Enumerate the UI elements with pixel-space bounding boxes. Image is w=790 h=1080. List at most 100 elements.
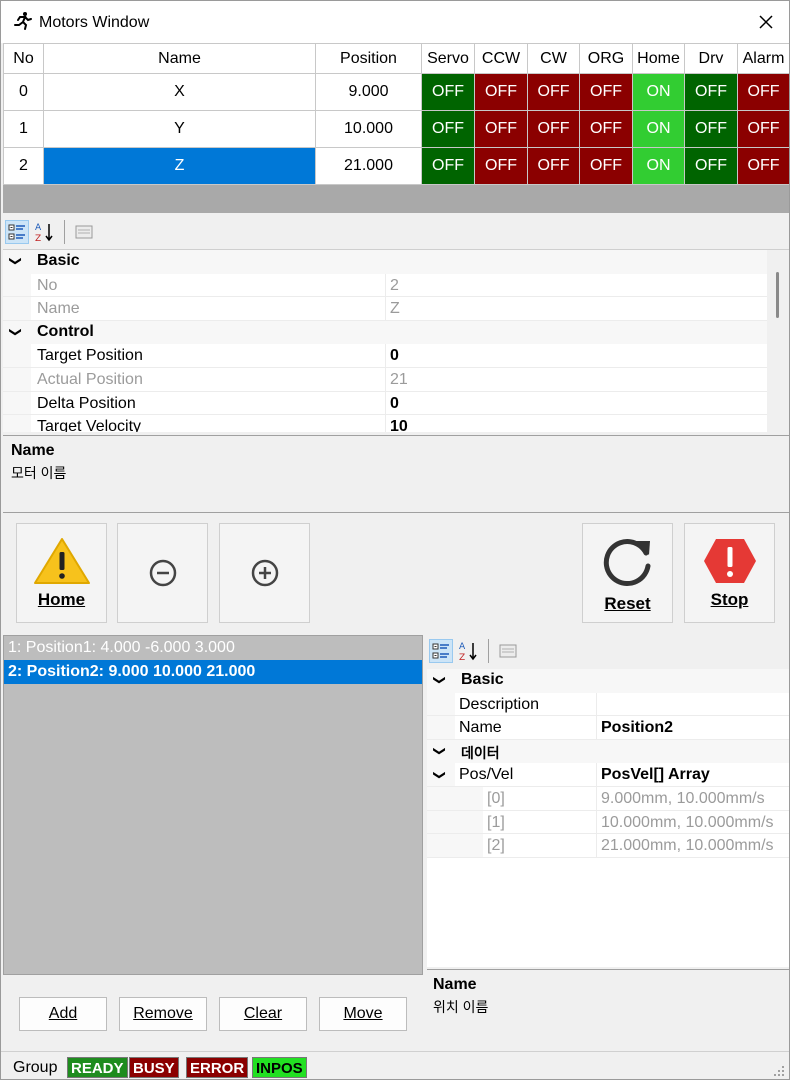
list-item-selected[interactable]: 2: Position2: 9.000 10.000 21.000 — [4, 660, 422, 684]
chevron-down-icon[interactable]: ❯ — [9, 327, 23, 337]
position-list[interactable]: 1: Position1: 4.000 -6.000 3.000 2: Posi… — [3, 635, 423, 975]
alphabetical-button[interactable]: A Z — [457, 639, 481, 663]
cell-servo[interactable]: OFF — [421, 110, 475, 148]
prop-name: [0] — [487, 789, 505, 807]
toolbar-separator — [64, 220, 65, 244]
cell-drv[interactable]: OFF — [684, 73, 738, 111]
chevron-down-icon[interactable]: ❯ — [9, 256, 23, 266]
running-man-icon — [14, 12, 32, 30]
cell-no[interactable]: 0 — [3, 73, 44, 111]
cell-cw[interactable]: OFF — [527, 110, 580, 148]
cell-position[interactable]: 10.000 — [315, 110, 422, 148]
chevron-down-icon[interactable]: ❯ — [433, 746, 447, 756]
cell-alarm[interactable]: OFF — [737, 110, 789, 148]
position-property-grid[interactable]: ❯ Basic Description Name Position2 ❯ 데이터… — [427, 669, 789, 967]
cell-cw[interactable]: OFF — [527, 73, 580, 111]
categorized-button[interactable] — [5, 220, 29, 244]
category-data[interactable]: ❯ 데이터 — [427, 739, 789, 764]
alphabetical-button[interactable]: A Z — [33, 220, 57, 244]
cell-servo[interactable]: OFF — [421, 147, 475, 185]
category-basic[interactable]: ❯ Basic — [427, 669, 789, 693]
cell-org[interactable]: OFF — [579, 73, 633, 111]
cell-ccw[interactable]: OFF — [474, 110, 528, 148]
cell-org[interactable]: OFF — [579, 147, 633, 185]
prop-row-no[interactable]: No 2 — [3, 273, 789, 298]
motor-property-grid[interactable]: ❯ Basic No 2 Name Z ❯ Control Target Pos… — [3, 249, 789, 432]
cell-drv[interactable]: OFF — [684, 110, 738, 148]
cell-no[interactable]: 2 — [3, 147, 44, 185]
property-pages-button[interactable] — [496, 639, 520, 663]
scrollbar-thumb[interactable] — [776, 272, 779, 318]
chevron-down-icon[interactable]: ❯ — [433, 675, 447, 685]
prop-row-target-position[interactable]: Target Position 0 — [3, 344, 789, 368]
cell-ccw[interactable]: OFF — [474, 147, 528, 185]
prop-value[interactable]: PosVel[] Array — [601, 766, 710, 784]
cell-position[interactable]: 9.000 — [315, 73, 422, 111]
cell-name[interactable]: Y — [43, 110, 316, 148]
clear-button[interactable]: Clear — [219, 997, 307, 1031]
cell-alarm[interactable]: OFF — [737, 147, 789, 185]
col-header-alarm[interactable]: Alarm — [737, 43, 789, 74]
prop-row-array-item[interactable]: [0] 9.000mm, 10.000mm/s — [427, 786, 789, 811]
cell-drv[interactable]: OFF — [684, 147, 738, 185]
col-header-position[interactable]: Position — [315, 43, 422, 74]
title-bar[interactable]: Motors Window — [1, 1, 789, 43]
cell-home[interactable]: ON — [632, 73, 685, 111]
home-button[interactable]: Home — [16, 523, 107, 623]
close-button[interactable] — [743, 1, 789, 43]
remove-button[interactable]: Remove — [119, 997, 207, 1031]
col-header-ccw[interactable]: CCW — [474, 43, 528, 74]
cell-position[interactable]: 21.000 — [315, 147, 422, 185]
cell-cw[interactable]: OFF — [527, 147, 580, 185]
status-badge-ready: READY — [67, 1057, 128, 1078]
motor-row-z[interactable]: 2 Z 21.000 OFF OFF OFF OFF ON OFF OFF — [3, 147, 789, 185]
reset-button[interactable]: Reset — [582, 523, 673, 623]
resize-grip-icon[interactable] — [773, 1065, 785, 1077]
col-header-drv[interactable]: Drv — [684, 43, 738, 74]
category-basic[interactable]: ❯ Basic — [3, 250, 789, 274]
add-button[interactable]: Add — [19, 997, 107, 1031]
category-control[interactable]: ❯ Control — [3, 320, 789, 345]
chevron-down-icon[interactable]: ❯ — [433, 770, 447, 780]
cell-name[interactable]: X — [43, 73, 316, 111]
col-header-org[interactable]: ORG — [579, 43, 633, 74]
col-header-servo[interactable]: Servo — [421, 43, 475, 74]
motor-grid[interactable]: No Name Position Servo CCW CW ORG Home D… — [3, 43, 789, 213]
jog-plus-button[interactable] — [219, 523, 310, 623]
cell-name-selected[interactable]: Z — [43, 147, 316, 185]
move-button[interactable]: Move — [319, 997, 407, 1031]
prop-value-input[interactable]: 10 — [390, 418, 408, 432]
list-item[interactable]: 1: Position1: 4.000 -6.000 3.000 — [4, 636, 422, 660]
property-pages-button[interactable] — [72, 220, 96, 244]
prop-value-input[interactable]: 0 — [390, 395, 399, 413]
col-header-home[interactable]: Home — [632, 43, 685, 74]
jog-minus-button[interactable] — [117, 523, 208, 623]
prop-row-actual-position[interactable]: Actual Position 21 — [3, 367, 789, 392]
prop-row-array-item[interactable]: [1] 10.000mm, 10.000mm/s — [427, 810, 789, 835]
prop-row-name[interactable]: Name Position2 — [427, 716, 789, 740]
motor-row-y[interactable]: 1 Y 10.000 OFF OFF OFF OFF ON OFF OFF — [3, 110, 789, 148]
prop-row-delta-position[interactable]: Delta Position 0 — [3, 391, 789, 416]
vertical-scrollbar[interactable] — [767, 250, 789, 432]
prop-row-target-velocity[interactable]: Target Velocity 10 — [3, 415, 789, 432]
cell-home[interactable]: ON — [632, 147, 685, 185]
prop-row-array-item[interactable]: [2] 21.000mm, 10.000mm/s — [427, 834, 789, 858]
cell-org[interactable]: OFF — [579, 110, 633, 148]
prop-value-input[interactable]: Position2 — [601, 719, 673, 737]
cell-no[interactable]: 1 — [3, 110, 44, 148]
cell-home[interactable]: ON — [632, 110, 685, 148]
prop-name: [1] — [487, 813, 505, 831]
cell-alarm[interactable]: OFF — [737, 73, 789, 111]
categorized-button[interactable] — [429, 639, 453, 663]
col-header-no[interactable]: No — [3, 43, 44, 74]
prop-row-description[interactable]: Description — [427, 692, 789, 717]
cell-ccw[interactable]: OFF — [474, 73, 528, 111]
prop-row-posvel[interactable]: ❯ Pos/Vel PosVel[] Array — [427, 763, 789, 787]
col-header-cw[interactable]: CW — [527, 43, 580, 74]
col-header-name[interactable]: Name — [43, 43, 316, 74]
stop-button[interactable]: Stop — [684, 523, 775, 623]
prop-value-input[interactable]: 0 — [390, 347, 399, 365]
cell-servo[interactable]: OFF — [421, 73, 475, 111]
motor-row-x[interactable]: 0 X 9.000 OFF OFF OFF OFF ON OFF OFF — [3, 73, 789, 111]
prop-row-name[interactable]: Name Z — [3, 297, 789, 321]
